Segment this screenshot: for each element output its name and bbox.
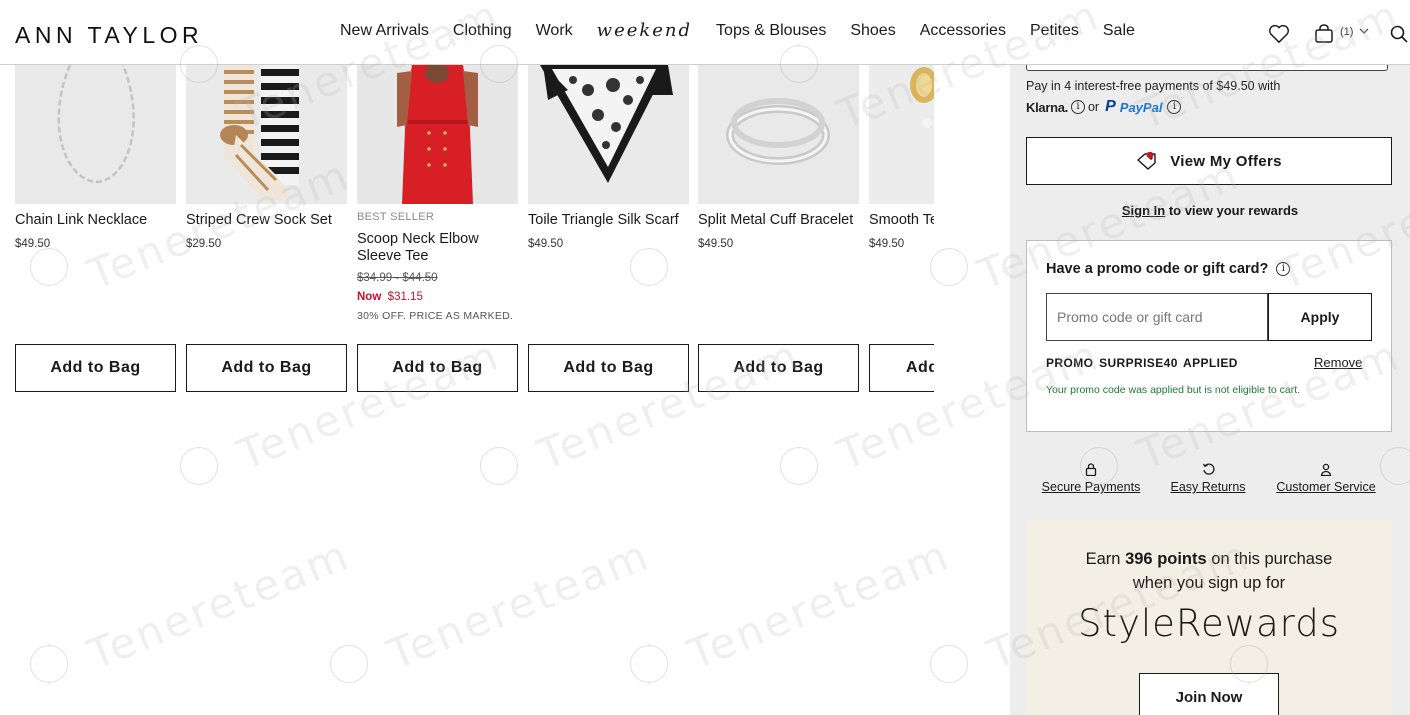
add-to-bag-button[interactable]: Add (869, 344, 934, 392)
main-nav: New Arrivals Clothing Work weekend Tops … (340, 20, 1159, 41)
watermark-seal (780, 447, 818, 485)
easy-returns-label[interactable]: Easy Returns (1168, 480, 1248, 494)
secure-payments-label[interactable]: Secure Payments (1040, 480, 1142, 494)
product-image-tee[interactable] (357, 65, 518, 204)
info-icon[interactable]: i (1167, 100, 1182, 114)
product-price: $49.50 (15, 238, 51, 250)
watermark-seal (930, 645, 968, 683)
customer-service[interactable]: Customer Service (1272, 463, 1380, 494)
nav-petites[interactable]: Petites (1030, 22, 1079, 40)
recommended-products: Chain Link Necklace $49.50 Striped Crew … (15, 65, 934, 405)
product-price: $29.50 (186, 238, 222, 250)
watermark-seal (330, 645, 368, 683)
tag-icon (1137, 152, 1156, 170)
paypal-logo[interactable]: PayPal (1120, 100, 1163, 115)
watermark-seal (180, 447, 218, 485)
promo-applied-text: PROMO SURPRISE40 APPLIED (1046, 356, 1238, 370)
or-label: or (1087, 100, 1100, 114)
lock-icon (1085, 463, 1097, 476)
nav-weekend[interactable]: weekend (597, 20, 692, 41)
nav-new-arrivals[interactable]: New Arrivals (340, 22, 429, 40)
promo-note: 30% OFF. PRICE AS MARKED. (357, 310, 514, 322)
sign-in-prompt: Sign In to view your rewards (1010, 203, 1410, 218)
watermark: Tenereteam (680, 529, 958, 680)
paypal-icon: P (1105, 98, 1116, 115)
view-offers-label: View My Offers (1170, 152, 1282, 170)
search-icon[interactable] (1389, 24, 1409, 44)
product-card: Chain Link Necklace $49.50 (15, 65, 176, 250)
payment-options-row: Klarna. i or P PayPal i (1026, 98, 1182, 116)
product-name[interactable]: Scoop Neck Elbow Sleeve Tee (357, 231, 518, 265)
klarna-text: Pay in 4 interest-free payments of $49.5… (1026, 79, 1281, 93)
return-icon (1202, 463, 1215, 475)
watermark-seal (30, 645, 68, 683)
product-card: Smooth Te Earrings $49.50 (869, 65, 934, 250)
product-image-earrings[interactable] (869, 65, 934, 204)
nav-accessories[interactable]: Accessories (920, 22, 1006, 40)
site-header: ANN TAYLOR New Arrivals Clothing Work we… (0, 0, 1410, 65)
join-now-button[interactable]: Join Now (1139, 673, 1279, 715)
customer-service-label[interactable]: Customer Service (1272, 480, 1380, 494)
heart-icon[interactable] (1268, 24, 1290, 44)
bag-icon[interactable] (1314, 24, 1334, 44)
product-card: Striped Crew Sock Set $29.50 (186, 65, 347, 250)
product-name[interactable]: Split Metal Cuff Bracelet (698, 212, 859, 229)
product-name[interactable]: Smooth Te Earrings (869, 212, 934, 229)
original-price: $34.99 - $44.50 (357, 272, 438, 284)
promo-title: Have a promo code or gift card? i (1046, 261, 1291, 277)
watermark: Tenereteam (380, 529, 658, 680)
watermark: Tenereteam (80, 529, 358, 680)
info-icon[interactable]: i (1070, 100, 1085, 114)
product-price: $49.50 (698, 238, 734, 250)
product-image-bracelet[interactable] (698, 65, 859, 204)
earn-points-text: Earn 396 points on this purchase when yo… (1085, 550, 1333, 592)
style-rewards-logo: StyleRewards (1077, 602, 1340, 645)
product-image-necklace[interactable] (15, 65, 176, 204)
product-price: $49.50 (869, 238, 905, 250)
product-image-socks[interactable] (186, 65, 347, 204)
promo-code-input[interactable] (1046, 293, 1268, 341)
nav-sale[interactable]: Sale (1103, 22, 1135, 40)
add-to-bag-button[interactable]: Add to Bag (186, 344, 347, 392)
nav-clothing[interactable]: Clothing (453, 22, 512, 40)
klarna-logo[interactable]: Klarna. (1026, 100, 1068, 115)
promo-code-box: Have a promo code or gift card? i Apply … (1026, 240, 1392, 432)
product-name[interactable]: Toile Triangle Silk Scarf (528, 212, 689, 229)
easy-returns[interactable]: Easy Returns (1168, 463, 1248, 494)
add-to-bag-button[interactable]: Add to Bag (15, 344, 176, 392)
sign-in-link[interactable]: Sign In (1122, 203, 1165, 218)
product-price: $49.50 (528, 238, 564, 250)
view-offers-button[interactable]: View My Offers (1026, 137, 1392, 185)
add-to-bag-button[interactable]: Add to Bag (698, 344, 859, 392)
promo-message: Your promo code was applied but is not e… (1046, 384, 1301, 396)
style-rewards-promo: Earn 396 points on this purchase when yo… (1026, 520, 1392, 715)
order-summary-panel: Pay in 4 interest-free payments of $49.5… (1010, 60, 1410, 715)
apply-button[interactable]: Apply (1268, 293, 1372, 341)
sale-price: Now $31.15 (357, 291, 423, 303)
watermark-seal (930, 248, 968, 286)
add-to-bag-button[interactable]: Add to Bag (528, 344, 689, 392)
promo-title-text: Have a promo code or gift card? (1046, 261, 1269, 277)
add-to-bag-button[interactable]: Add to Bag (357, 344, 518, 392)
product-name[interactable]: Chain Link Necklace (15, 212, 176, 229)
watermark-seal (480, 447, 518, 485)
nav-shoes[interactable]: Shoes (850, 22, 895, 40)
info-icon[interactable]: i (1276, 262, 1291, 276)
nav-work[interactable]: Work (536, 22, 573, 40)
chevron-down-icon[interactable] (1359, 27, 1369, 35)
product-name[interactable]: Striped Crew Sock Set (186, 212, 347, 229)
product-image-scarf[interactable] (528, 65, 689, 204)
secure-payments[interactable]: Secure Payments (1040, 463, 1142, 494)
sign-in-rest: to view your rewards (1168, 203, 1299, 218)
person-icon (1320, 463, 1332, 476)
brand-logo[interactable]: ANN TAYLOR (15, 22, 203, 49)
product-card: Split Metal Cuff Bracelet $49.50 (698, 65, 859, 250)
bag-count[interactable]: (1) (1340, 26, 1353, 38)
nav-tops-blouses[interactable]: Tops & Blouses (716, 22, 826, 40)
product-card: Toile Triangle Silk Scarf $49.50 (528, 65, 689, 250)
remove-promo-link[interactable]: Remove (1314, 355, 1362, 370)
best-seller-badge: BEST SELLER (357, 211, 435, 223)
product-card: BEST SELLER Scoop Neck Elbow Sleeve Tee … (357, 65, 518, 322)
watermark-seal (630, 645, 668, 683)
